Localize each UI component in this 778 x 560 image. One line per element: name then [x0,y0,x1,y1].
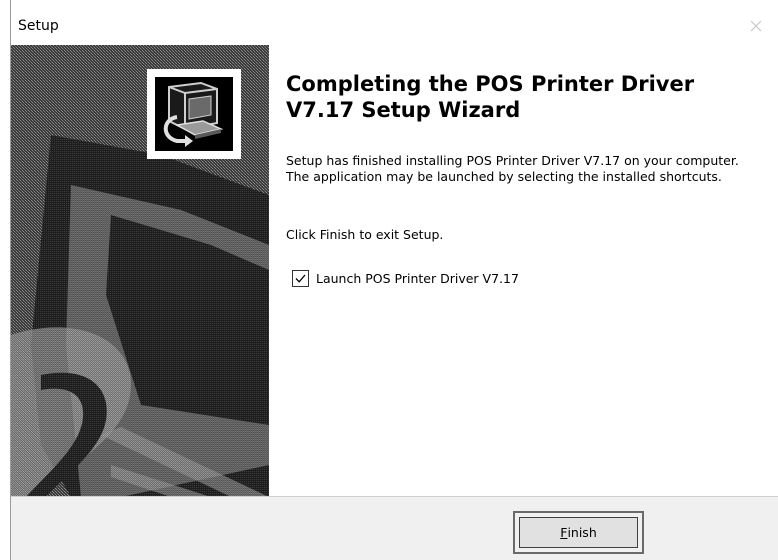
finish-button-label: inish [567,525,597,540]
title-bar[interactable]: Setup [11,0,778,44]
finish-button-accelerator: F [560,525,568,540]
printer-install-icon-inner [155,77,233,151]
completion-description: Setup has finished installing POS Printe… [286,153,739,184]
launch-checkbox-label[interactable]: Launch POS Printer Driver V7.17 [316,271,519,286]
finish-button-focus-ring: Finish [513,511,644,554]
printer-install-icon [147,69,241,159]
launch-checkbox-row[interactable]: Launch POS Printer Driver V7.17 [292,269,519,287]
close-icon[interactable] [744,14,768,38]
finish-button[interactable]: Finish [519,517,638,548]
setup-window: Setup Completing the POS Printer Driver … [0,0,778,560]
checkmark-icon [295,274,306,283]
window-title: Setup [18,18,59,34]
wizard-footer [11,497,778,560]
wizard-content: Completing the POS Printer Driver V7.17 … [269,45,778,497]
click-finish-text: Click Finish to exit Setup. [286,227,444,242]
wizard-heading: Completing the POS Printer Driver V7.17 … [286,72,695,122]
launch-checkbox[interactable] [292,269,309,287]
